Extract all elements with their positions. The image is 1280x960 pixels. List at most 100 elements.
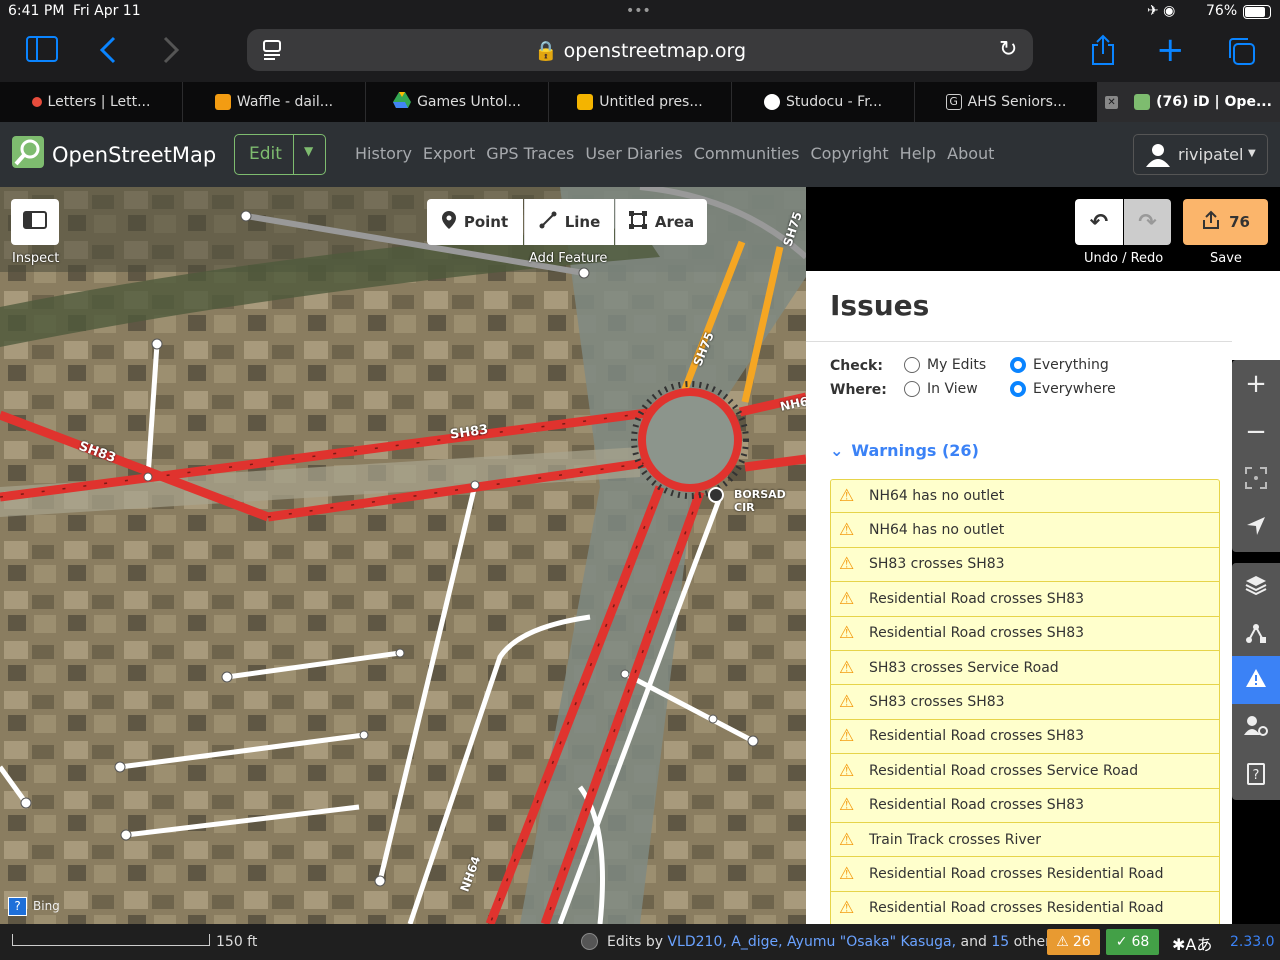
waffle-favicon [214,94,231,110]
browser-tab-osm[interactable]: ✕ (76) iD | Ope... [1098,82,1280,122]
save-icon [1201,210,1221,234]
warning-item[interactable]: ⚠ Residential Road crosses SH83 [830,719,1220,755]
map-svg[interactable] [0,187,806,924]
browser-tab-untitled[interactable]: Untitled pres... [549,82,732,122]
warning-item[interactable]: ⚠ SH83 crosses SH83 [830,547,1220,583]
nav-about[interactable]: About [947,144,994,163]
user-menu-button[interactable]: rivipatel ▼ [1133,134,1268,175]
contributor-link[interactable]: Ayumu "Osaka" Kasuga, [787,934,956,950]
help-button[interactable]: ? [1232,752,1280,800]
zoom-in-button[interactable]: + [1232,360,1280,408]
warning-item[interactable]: ⚠ SH83 crosses SH83 [830,685,1220,720]
radio-circle-selected[interactable] [1010,381,1026,397]
nav-copyright[interactable]: Copyright [810,144,888,163]
warnings-section-toggle[interactable]: ⌄ Warnings (26) [830,441,979,460]
nav-history[interactable]: History [355,144,412,163]
add-line-button[interactable]: Line [524,199,614,245]
map-canvas[interactable]: SH83 SH83 SH75 SH75 NH6 NH64 BORSAD CIR … [0,187,806,924]
warning-text: SH83 crosses Service Road [869,659,1059,676]
nav-gps-traces[interactable]: GPS Traces [486,144,574,163]
preferences-button[interactable] [1232,704,1280,752]
drive-favicon [393,92,412,112]
back-icon[interactable] [99,36,117,69]
nav-communities[interactable]: Communities [694,144,800,163]
save-button[interactable]: 76 [1183,199,1268,245]
imagery-attribution[interactable]: Bing [33,899,60,913]
nav-help[interactable]: Help [900,144,936,163]
sidebar-icon[interactable] [26,36,58,67]
inspect-button[interactable] [11,199,59,245]
others-count-link[interactable]: 15 [991,934,1009,950]
zoom-to-selection-button[interactable] [1232,456,1280,504]
warning-item[interactable]: ⚠ Residential Road crosses SH83 [830,582,1220,617]
edit-dropdown-icon[interactable]: ▼ [304,144,313,158]
undo-button[interactable]: ↶ [1075,199,1123,245]
browser-tab-ahs[interactable]: G AHS Seniors... [915,82,1098,122]
nav-export[interactable]: Export [423,144,475,163]
warning-item[interactable]: ⚠ Residential Road crosses Residential Ro… [830,857,1220,892]
radio-in-view[interactable]: In View [904,381,978,397]
background-layers-button[interactable] [1232,563,1280,611]
warning-item[interactable]: ⚠ Residential Road crosses Residential Ro… [830,891,1220,927]
map-data-button[interactable] [1232,611,1280,659]
edit-button[interactable]: Edit ▼ [234,134,326,175]
contributor-link[interactable]: VLD210, [667,934,726,950]
browser-tab-studocu[interactable]: Studocu - Fr... [732,82,915,122]
warning-item[interactable]: ⚠ Train Track crosses River [830,822,1220,858]
radio-everything[interactable]: Everything [1010,357,1109,373]
undo-icon: ↶ [1089,209,1109,235]
inspect-icon [23,211,47,233]
multitask-dots[interactable]: ••• [626,3,651,19]
forward-icon[interactable] [162,36,180,69]
version-link[interactable]: 2.33.0 [1230,934,1275,950]
bug-language-icon[interactable]: ✱Aあ [1172,931,1212,955]
focus-icon [1245,466,1267,494]
close-tab-icon[interactable]: ✕ [1105,95,1119,109]
osm-logo-icon [12,136,44,173]
redo-button[interactable]: ↷ [1124,199,1171,245]
radio-circle[interactable] [904,381,920,397]
warning-item[interactable]: ⚠ NH64 has no outlet [830,513,1220,548]
scale-bar[interactable] [12,934,210,946]
radio-circle-selected[interactable] [1010,357,1026,373]
warning-item[interactable]: ⚠ Residential Road crosses SH83 [830,616,1220,651]
contributor-link[interactable]: A_dige, [731,934,782,950]
add-point-button[interactable]: Point [427,199,523,245]
radio-label: Everywhere [1033,381,1116,397]
warnings-header: Warnings (26) [851,441,979,460]
add-area-button[interactable]: Area [615,199,707,245]
warning-item[interactable]: ⚠ Residential Road crosses Service Road [830,754,1220,789]
browser-tab-waffle[interactable]: Waffle - dail... [183,82,366,122]
tab-label: Untitled pres... [599,94,703,110]
share-icon[interactable] [1090,34,1116,71]
warnings-count-badge[interactable]: ⚠ 26 [1047,929,1100,955]
issues-button[interactable] [1232,656,1280,704]
new-tab-icon[interactable]: + [1156,33,1185,67]
warning-text: Residential Road crosses SH83 [869,728,1085,745]
edit-divider [293,135,294,174]
line-label: Line [564,213,601,231]
geolocate-button[interactable] [1232,504,1280,552]
address-bar[interactable]: 🔒 openstreetmap.org ↻ [247,29,1033,71]
osm-logo[interactable]: OpenStreetMap [12,136,216,173]
warning-item[interactable]: ⚠ Residential Road crosses SH83 [830,788,1220,823]
reload-icon[interactable]: ↻ [999,37,1017,62]
borsad-node[interactable] [708,487,724,503]
warning-item[interactable]: ⚠ NH64 has no outlet [830,479,1220,514]
radio-circle[interactable] [904,357,920,373]
radio-my-edits[interactable]: My Edits [904,357,986,373]
zoom-out-button[interactable]: − [1232,408,1280,456]
resolved-count-badge[interactable]: ✓ 68 [1106,929,1159,955]
radio-everywhere[interactable]: Everywhere [1010,381,1116,397]
browser-tab-games[interactable]: Games Untol... [366,82,549,122]
username: rivipatel [1178,145,1244,164]
warning-text: Residential Road crosses SH83 [869,625,1085,642]
tabs-overview-icon[interactable] [1226,36,1256,71]
roundabout[interactable] [638,388,742,492]
browser-tab-letters[interactable]: Letters | Lett... [0,82,183,122]
warning-text: Residential Road crosses SH83 [869,590,1085,607]
imagery-info-icon[interactable]: ? [8,897,27,916]
warning-item[interactable]: ⚠ SH83 crosses Service Road [830,650,1220,686]
warning-icon: ⚠ [839,554,855,575]
nav-user-diaries[interactable]: User Diaries [585,144,682,163]
